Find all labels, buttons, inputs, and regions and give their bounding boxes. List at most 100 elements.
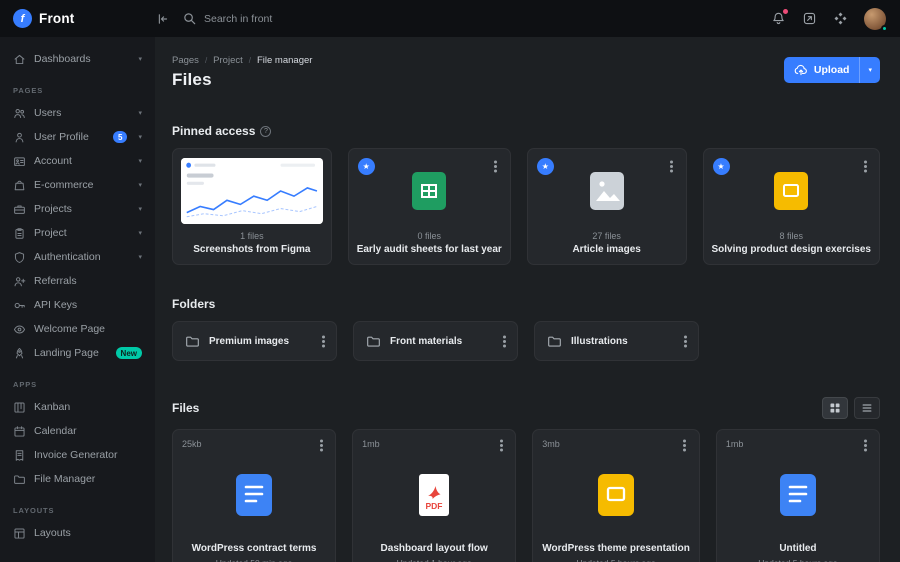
pinned-card-screenshots[interactable]: 1 files Screenshots from Figma (172, 148, 332, 265)
breadcrumb: Pages / Project / File manager (172, 55, 312, 66)
chevron-down-icon: ▾ (138, 230, 142, 237)
card-menu-button[interactable] (487, 157, 505, 175)
file-menu-button[interactable] (492, 436, 510, 454)
sidebar-item-landing-page[interactable]: Landing Page New (0, 341, 155, 365)
file-card-wordpress-contract[interactable]: 25kb WordPress contract terms Updated 50… (172, 429, 337, 562)
sidebar-item-calendar[interactable]: Calendar (0, 419, 155, 443)
cloud-upload-icon (794, 64, 808, 76)
sidebar-item-dashboards[interactable]: Dashboards ▾ (0, 47, 155, 71)
kebab-icon (863, 443, 867, 447)
search-bar (183, 12, 771, 25)
sidebar-item-project[interactable]: Project ▾ (0, 221, 155, 245)
folders-grid: Premium images Front materials Illustrat… (172, 321, 880, 361)
pin-star-badge[interactable]: ★ (536, 158, 554, 175)
sidebar-item-welcome-page[interactable]: Welcome Page (0, 317, 155, 341)
sidebar-heading-layouts: LAYOUTS (13, 506, 55, 515)
sidebar-item-account[interactable]: Account ▾ (0, 149, 155, 173)
google-docs-icon (234, 473, 274, 517)
file-size: 1mb (362, 439, 380, 449)
sidebar-item-referrals[interactable]: Referrals (0, 269, 155, 293)
file-card-dashboard-layout[interactable]: 1mb PDF Dashboard layout flow Updated 1 … (352, 429, 517, 562)
file-manager-app: f Front Search in front Dashboards ▾ PAG… (0, 0, 900, 562)
sidebar-item-user-profile[interactable]: User Profile 5 ▾ (0, 125, 155, 149)
file-title: WordPress contract terms (191, 543, 317, 554)
grid-view-button[interactable] (822, 397, 848, 419)
file-title: Dashboard layout flow (380, 543, 488, 554)
sidebar-item-label: File Manager (34, 473, 96, 485)
sidebar-item-api-keys[interactable]: API Keys (0, 293, 155, 317)
image-file-icon (589, 171, 625, 211)
breadcrumb-separator: / (248, 56, 251, 65)
files-count: 0 files (417, 231, 441, 242)
briefcase-icon (13, 203, 26, 216)
upload-label: Upload (813, 64, 850, 76)
card-menu-button[interactable] (663, 157, 681, 175)
file-title: Untitled (779, 543, 817, 554)
view-toggle (822, 397, 880, 419)
file-card-wordpress-theme[interactable]: 3mb WordPress theme presentation Updated… (532, 429, 700, 562)
help-icon[interactable]: ? (260, 125, 272, 137)
breadcrumb-item-project[interactable]: Project (213, 55, 243, 66)
sidebar-heading-apps: APPS (13, 380, 38, 389)
sidebar-item-label: Dashboards (34, 53, 91, 65)
caret-down-icon: ▾ (868, 67, 872, 74)
sidebar-item-projects[interactable]: Projects ▾ (0, 197, 155, 221)
google-sheets-icon (411, 171, 447, 211)
list-view-button[interactable] (854, 397, 880, 419)
breadcrumb-item-file-manager: File manager (256, 55, 313, 66)
activity-button[interactable] (802, 11, 817, 26)
pinned-card-article-images[interactable]: ★ 27 files Article images (526, 148, 687, 265)
person-icon (13, 131, 26, 144)
kebab-icon (494, 164, 498, 168)
pin-star-badge[interactable]: ★ (357, 158, 375, 175)
pinned-card-audit-sheets[interactable]: ★ 0 files Early audit sheets for last ye… (347, 148, 511, 265)
files-count: 8 files (779, 231, 803, 242)
sidebar-item-kanban[interactable]: Kanban (0, 395, 155, 419)
sidebar-item-ecommerce[interactable]: E-commerce ▾ (0, 173, 155, 197)
card-menu-button[interactable] (856, 157, 874, 175)
folder-icon (366, 334, 381, 349)
file-menu-button[interactable] (312, 436, 330, 454)
sidebar-item-users[interactable]: Users ▾ (0, 101, 155, 125)
upload-dropdown-button[interactable]: ▾ (860, 57, 880, 83)
brand-logo[interactable]: f Front (0, 9, 155, 28)
main-content: Pages / Project / File manager Files Upl… (155, 37, 900, 562)
sidebar-item-layouts[interactable]: Layouts (0, 521, 155, 545)
sidebar-item-authentication[interactable]: Authentication ▾ (0, 245, 155, 269)
folder-card-front-materials[interactable]: Front materials (353, 321, 518, 361)
file-menu-button[interactable] (676, 436, 694, 454)
sidebar-item-invoice-generator[interactable]: Invoice Generator (0, 443, 155, 467)
folder-menu-button[interactable] (314, 332, 332, 350)
file-card-untitled[interactable]: 1mb Untitled Updated 5 hours ago (715, 429, 880, 562)
file-updated: Updated 1 hour ago (362, 558, 506, 562)
pin-star-badge[interactable]: ★ (712, 158, 730, 175)
pinned-card-design-exercises[interactable]: ★ 8 files Solving product design exercis… (702, 148, 880, 265)
sidebar-item-file-manager[interactable]: File Manager (0, 467, 155, 491)
topbar: f Front (0, 0, 900, 37)
breadcrumb-item-pages[interactable]: Pages (172, 55, 199, 66)
calendar-icon (13, 425, 26, 438)
sidebar-item-label: Authentication (34, 251, 101, 263)
search-input[interactable] (204, 12, 434, 25)
folder-card-premium-images[interactable]: Premium images (172, 321, 337, 361)
users-icon (13, 107, 26, 120)
folder-icon (13, 473, 26, 486)
notifications-button[interactable] (771, 9, 788, 26)
home-icon (13, 53, 26, 66)
apps-launcher-button[interactable] (833, 11, 848, 26)
folder-menu-button[interactable] (495, 332, 513, 350)
sidebar-item-label: E-commerce (34, 179, 94, 191)
upload-button[interactable]: Upload (784, 57, 860, 83)
folder-menu-button[interactable] (676, 332, 694, 350)
online-status-dot (881, 24, 888, 32)
folder-card-illustrations[interactable]: Illustrations (534, 321, 699, 361)
sidebar-item-label: Kanban (34, 401, 71, 413)
grid-view-icon (829, 402, 841, 414)
sidebar-item-label: Account (34, 155, 72, 167)
layout-icon (13, 527, 26, 540)
google-slides-icon (596, 473, 636, 517)
sidebar-item-label: Landing Page (34, 347, 99, 359)
sidebar-collapse-button[interactable] (155, 12, 169, 26)
user-avatar[interactable] (864, 7, 888, 32)
file-menu-button[interactable] (856, 436, 874, 454)
